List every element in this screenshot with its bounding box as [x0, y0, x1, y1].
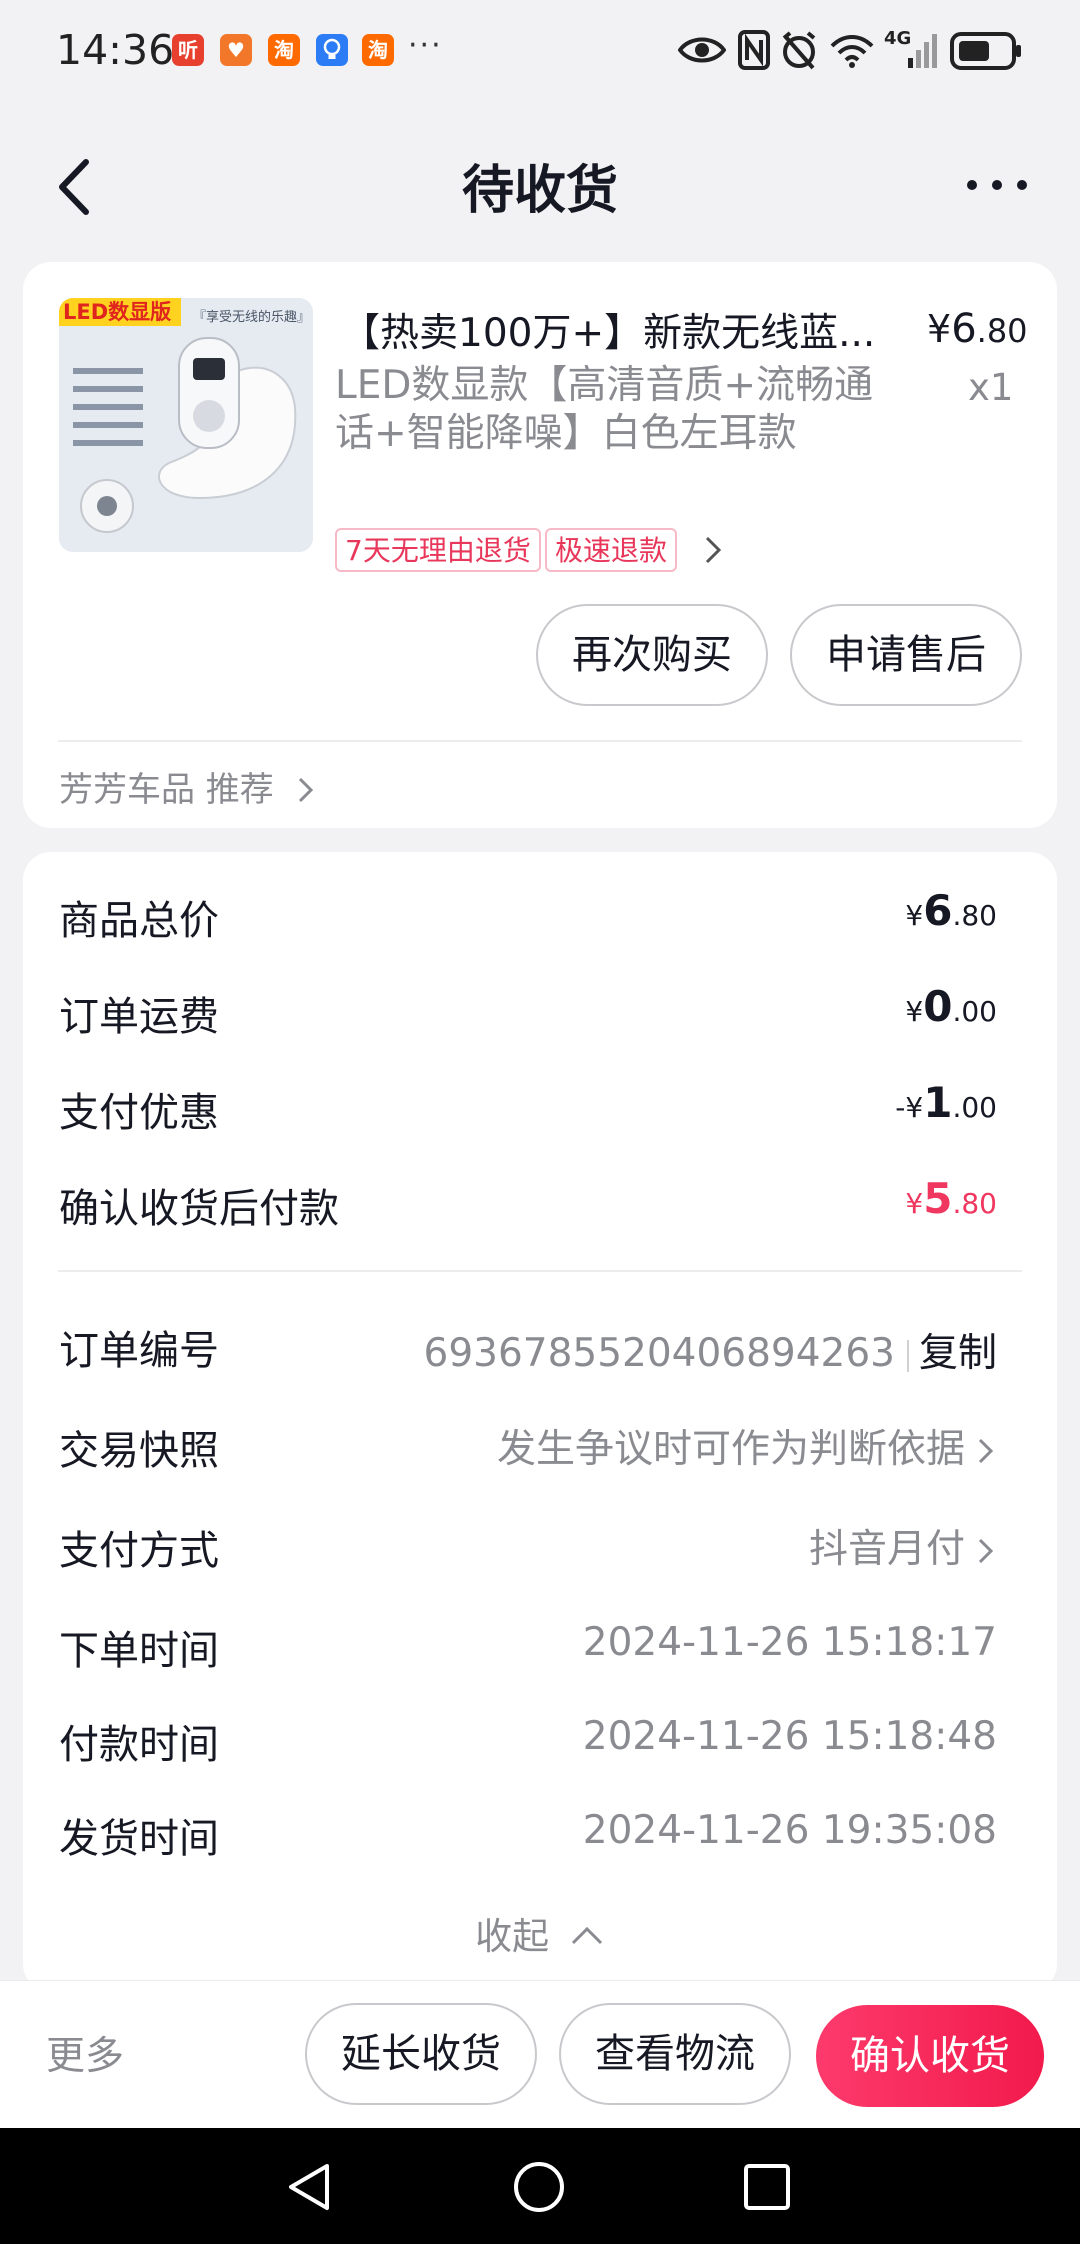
- chevron-up-icon: [571, 1926, 602, 1945]
- rebuy-button[interactable]: 再次购买: [536, 604, 768, 706]
- order-summary-card: 商品总价 ¥6.80 订单运费 ¥0.00 支付优惠 -¥1.00 确认收货后付…: [23, 852, 1057, 1992]
- collapse-toggle[interactable]: 收起: [23, 1906, 1057, 1960]
- system-recents-icon[interactable]: [742, 2162, 792, 2212]
- chevron-right-icon[interactable]: [701, 534, 725, 566]
- system-home-icon[interactable]: [512, 2160, 566, 2214]
- pay-method-label: 支付方式: [59, 1528, 219, 1574]
- pay-after-receipt-label: 确认收货后付款: [59, 1186, 339, 1232]
- chevron-right-icon: [978, 1438, 994, 1464]
- pay-time-label: 付款时间: [59, 1722, 219, 1768]
- overflow-dots: ···: [408, 28, 443, 63]
- nfc-icon: [738, 30, 770, 70]
- total-price-label: 商品总价: [59, 898, 219, 944]
- alarm-off-icon: [782, 31, 816, 70]
- total-price-value: ¥6.80: [905, 886, 997, 935]
- yen-symbol: ¥: [905, 1091, 924, 1124]
- ship-time-label: 发货时间: [59, 1816, 219, 1862]
- order-number: 6936785520406894263: [423, 1331, 895, 1376]
- pay-method-link[interactable]: 抖音月付: [809, 1518, 997, 1574]
- chevron-right-icon: [298, 777, 313, 803]
- amount-int: 0: [923, 982, 953, 1031]
- system-navigation-bar: [0, 2128, 1080, 2244]
- shop-recommend-label: 芳芳车品 推荐: [59, 770, 274, 810]
- wifi-icon: [830, 35, 874, 68]
- pay-method-value: 抖音月付: [808, 1527, 965, 1572]
- snapshot-link[interactable]: 发生争议时可作为判断依据: [497, 1418, 997, 1474]
- nav-bar: 待收货: [0, 130, 1080, 230]
- extend-receipt-button[interactable]: 延长收货: [305, 2003, 537, 2105]
- snapshot-value: 发生争议时可作为判断依据: [496, 1427, 965, 1472]
- order-time-value: 2024-11-26 15:18:17: [582, 1620, 997, 1665]
- thumb-badge: LED数显版: [63, 300, 172, 324]
- product-title[interactable]: 【热卖100万+】新款无线蓝...: [341, 302, 901, 358]
- yen-symbol: ¥: [905, 1187, 924, 1220]
- shipping-fee-label: 订单运费: [59, 994, 219, 1040]
- page-title: 待收货: [461, 161, 618, 221]
- discount-label: 支付优惠: [59, 1090, 219, 1136]
- lightbulb-app-icon: [316, 34, 348, 66]
- amount-int: 5: [923, 1174, 953, 1223]
- eye-icon: [678, 37, 726, 63]
- divider: [58, 740, 1022, 742]
- separator: [906, 1339, 909, 1372]
- snapshot-label: 交易快照: [59, 1428, 219, 1474]
- collapse-label: 收起: [475, 1915, 550, 1958]
- system-back-icon[interactable]: [283, 2160, 337, 2214]
- price-dec: .80: [976, 312, 1028, 350]
- amount-dec: .00: [952, 995, 997, 1028]
- pay-time-value: 2024-11-26 15:18:48: [582, 1714, 997, 1759]
- divider: [58, 1270, 1022, 1272]
- product-spec: LED数显款【高清音质+流畅通话+智能降噪】白色左耳款: [335, 363, 874, 456]
- thumb-caption: 『享受无线的乐趣』: [193, 310, 311, 325]
- more-options-icon[interactable]: [962, 170, 1032, 200]
- amount-prefix: -: [895, 1091, 906, 1124]
- status-bar: 14:36 听 ♥ 淘 淘 ··· 4G: [0, 0, 1080, 100]
- status-time: 14:36: [56, 26, 175, 74]
- shipping-fee-value: ¥0.00: [905, 982, 997, 1031]
- taobao-app-icon: 淘: [268, 34, 300, 66]
- shop-recommend-link[interactable]: 芳芳车品 推荐: [59, 762, 317, 811]
- ship-time-value: 2024-11-26 19:35:08: [582, 1808, 997, 1853]
- order-number-row: 6936785520406894263 复制: [424, 1322, 997, 1378]
- price-int: 6: [951, 306, 977, 352]
- order-number-label: 订单编号: [59, 1328, 219, 1374]
- discount-value: -¥1.00: [895, 1078, 997, 1127]
- amount-int: 1: [923, 1078, 953, 1127]
- battery-icon: [950, 32, 1021, 70]
- chevron-right-icon: [978, 1538, 994, 1564]
- product-price: ¥6.80: [927, 306, 1028, 352]
- view-logistics-button[interactable]: 查看物流: [559, 2003, 791, 2105]
- amount-int: 6: [923, 886, 953, 935]
- earbud-image: [59, 298, 313, 552]
- price-symbol: ¥: [927, 307, 952, 351]
- amount-dec: .80: [952, 899, 997, 932]
- tag-7day-return: 7天无理由退货: [335, 528, 541, 572]
- signal-icon: [908, 34, 937, 68]
- product-thumbnail[interactable]: LED数显版 『享受无线的乐趣』: [59, 298, 313, 552]
- tag-fast-refund: 极速退款: [545, 528, 678, 572]
- more-button[interactable]: 更多: [46, 2025, 124, 2081]
- heart-app-icon: ♥: [220, 34, 252, 66]
- confirm-receipt-button[interactable]: 确认收货: [816, 2005, 1044, 2107]
- ting-app-icon: 听: [172, 34, 204, 66]
- taobao-app-icon-2: 淘: [362, 34, 394, 66]
- yen-symbol: ¥: [905, 995, 924, 1028]
- pay-after-receipt-value: ¥5.80: [905, 1174, 997, 1223]
- product-card: LED数显版 『享受无线的乐趣』 【热卖100万+】新款无线蓝... ¥6.80…: [23, 262, 1057, 828]
- yen-symbol: ¥: [905, 899, 924, 932]
- amount-dec: .80: [952, 1187, 997, 1220]
- copy-button[interactable]: 复制: [919, 1331, 997, 1376]
- bottom-action-bar: 更多 延长收货 查看物流 确认收货: [0, 1980, 1080, 2128]
- amount-dec: .00: [952, 1091, 997, 1124]
- order-time-label: 下单时间: [59, 1628, 219, 1674]
- after-sale-button[interactable]: 申请售后: [790, 604, 1022, 706]
- product-quantity: x1: [968, 366, 1014, 409]
